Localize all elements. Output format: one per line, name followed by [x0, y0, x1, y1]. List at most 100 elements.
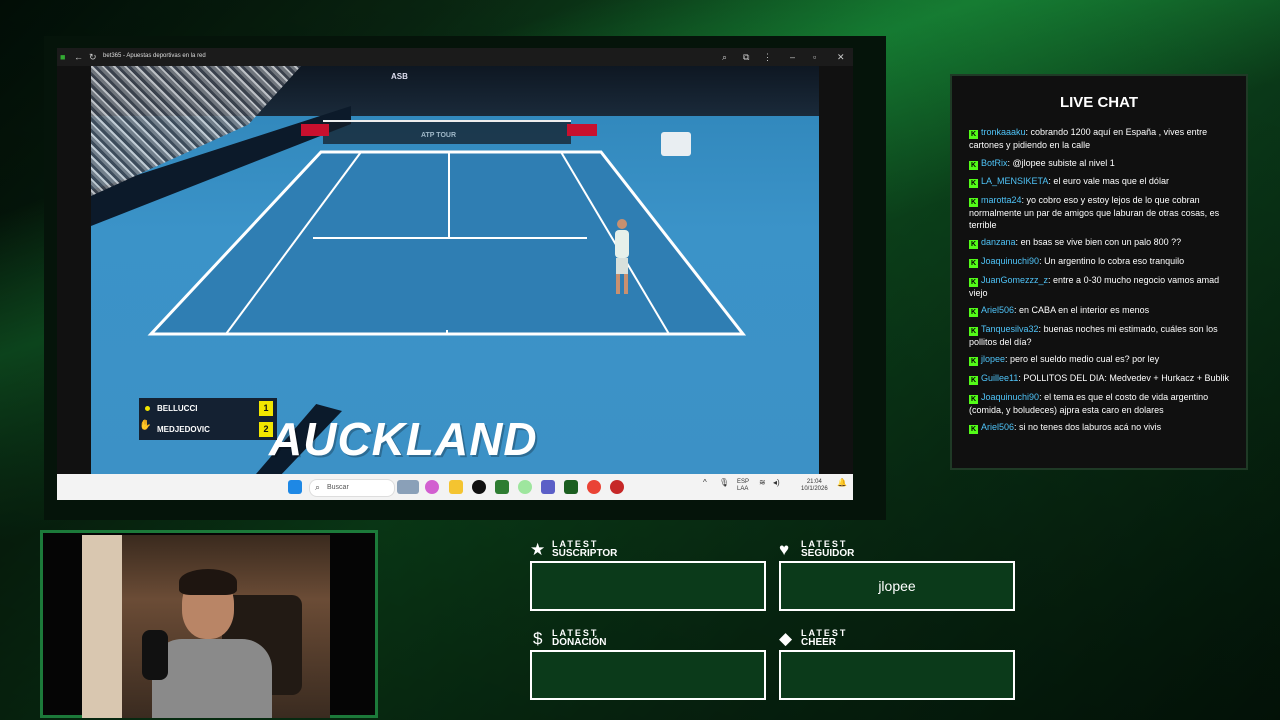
chat-text: pero el sueldo medio cual es? por ley — [1010, 354, 1160, 365]
chat-text: en bsas se vive bien con un palo 800 ?? — [1020, 237, 1182, 248]
mouse-cursor-icon: ✋ — [139, 420, 152, 431]
chrome-icon[interactable] — [587, 480, 601, 494]
clock-date: 10/1/2026 — [801, 486, 828, 492]
keyboard-layout: LAA — [737, 486, 749, 492]
chat-username[interactable]: BotRix — [981, 158, 1008, 168]
maximize-icon[interactable]: ▫ — [813, 51, 816, 63]
chat-text: el euro vale mas que el dólar — [1053, 176, 1169, 187]
kick-badge-icon: K — [969, 425, 978, 435]
share-icon[interactable]: ⧉ — [743, 51, 749, 63]
file-explorer-icon[interactable] — [449, 480, 463, 494]
chat-message: Kjlopee: pero el sueldo medio cual es? p… — [969, 354, 1160, 367]
browser-title: bet365 - Apuestas deportivas en la red — [103, 53, 206, 59]
chat-username[interactable]: Joaquinuchi90 — [981, 256, 1039, 266]
net-ad-left — [301, 124, 329, 136]
microphone-icon[interactable]: 🎙 — [719, 479, 729, 487]
live-chat-title: LIVE CHAT — [1059, 94, 1139, 111]
back-arrow-icon[interactable]: ← — [74, 51, 83, 63]
scoreboard: BELLUCCI 1 MEDJEDOVIC 2 — [139, 398, 277, 440]
player1-name: BELLUCCI — [157, 404, 198, 413]
latest-subscriber-bottom: SUSCRIPTOR — [552, 548, 618, 559]
latest-follower-box: jlopee — [779, 561, 1015, 611]
latest-subscriber-box — [530, 561, 766, 611]
taskbar-search-placeholder: Buscar — [327, 484, 349, 491]
chat-username[interactable]: tronkaaaku — [981, 127, 1026, 137]
record-app-icon[interactable] — [610, 480, 624, 494]
kick-badge-icon: K — [969, 160, 978, 170]
kick-badge-icon: K — [969, 277, 978, 287]
wifi-icon[interactable]: ≋ — [759, 479, 766, 487]
chat-message: K LA_MENSIKETA: el euro vale mas que el d… — [969, 176, 1169, 189]
windows-start-icon[interactable] — [288, 480, 302, 494]
chat-text: @jlopee subiste al nivel 1 — [1012, 157, 1115, 168]
kick-badge-icon: K — [969, 308, 978, 318]
chat-username[interactable]: jlopee — [981, 354, 1005, 364]
chevron-up-icon[interactable]: ^ — [703, 479, 707, 487]
close-icon[interactable]: ✕ — [837, 51, 845, 63]
whatsapp-icon[interactable] — [518, 480, 532, 494]
browser-window: ■ ← ↻ bet365 - Apuestas deportivas en la… — [57, 48, 853, 500]
chat-message: Kmarotta24: yo cobro eso y estoy lejos d… — [969, 194, 1220, 230]
kick-badge-icon: K — [969, 197, 978, 207]
clock[interactable]: 21:04 10/1/2026 — [801, 479, 828, 493]
reload-icon[interactable]: ↻ — [89, 51, 97, 63]
chat-username[interactable]: Ariel506 — [981, 422, 1014, 432]
chat-message: K Guillee11: POLLITOS DEL DIA: Medvedev +… — [969, 372, 1229, 385]
chat-username[interactable]: marotta24 — [981, 195, 1022, 205]
chat-message: K BotRix: @jlopee subiste al nivel 1 — [969, 157, 1115, 170]
teams-icon[interactable] — [541, 480, 555, 494]
tennis-video[interactable]: ASB ATP TOUR AUCKLAND BELLUCCI 1 MEDJEDO… — [91, 66, 819, 474]
notification-bell-icon[interactable]: 🔔 — [837, 479, 847, 487]
chat-username[interactable]: Guillee11 — [981, 373, 1018, 383]
streamer-body — [152, 639, 272, 718]
search-icon: ⌕ — [315, 482, 321, 492]
language-code: ESP — [737, 479, 750, 485]
kick-badge-icon: K — [969, 240, 978, 250]
tennis-player — [615, 219, 629, 294]
chat-message: K Joaquinuchi90: Un argentino lo cobra es… — [969, 255, 1185, 268]
tour-logo: ATP TOUR — [421, 132, 457, 139]
tiktok-icon[interactable] — [472, 480, 486, 494]
chat-username[interactable]: Joaquinuchi90 — [981, 392, 1039, 402]
chat-username[interactable]: danzana — [981, 237, 1016, 247]
volume-icon[interactable]: ◂) — [773, 479, 780, 487]
latest-cheer-bottom: CHEER — [801, 637, 837, 648]
chat-username[interactable]: Ariel506 — [981, 305, 1014, 315]
kick-badge-icon: K — [969, 394, 978, 404]
more-options-icon[interactable]: ⋮ — [763, 51, 772, 63]
chat-text: en CABA en el interior es menos — [1019, 305, 1150, 316]
zoom-icon[interactable]: ⌕ — [722, 51, 727, 63]
kick-badge-icon: K — [969, 326, 978, 336]
chat-message: K JuanGomezzz_z: entre a 0-30 mucho negoc… — [969, 274, 1220, 298]
chat-message-list: Ktronkaaaku: cobrando 1200 aquí en Españ… — [969, 126, 1231, 440]
chat-text: POLLITOS DEL DIA: Medvedev + Hurkacz + B… — [1023, 372, 1229, 383]
browser-titlebar: ■ ← ↻ bet365 - Apuestas deportivas en la… — [57, 48, 853, 66]
player2-name: MEDJEDOVIC — [157, 425, 210, 434]
scoreboard-row-player1: BELLUCCI 1 — [139, 398, 277, 419]
language-indicator[interactable]: ESP LAA — [737, 479, 749, 493]
chat-username[interactable]: LA_MENSIKETA — [981, 176, 1048, 186]
chat-message: Ktronkaaaku: cobrando 1200 aquí en Españ… — [969, 127, 1208, 150]
live-chat-panel: LIVE CHAT Ktronkaaaku: cobrando 1200 aqu… — [950, 74, 1248, 470]
diamond-icon: ◆ — [779, 629, 793, 648]
background-door — [82, 535, 122, 718]
minimize-icon[interactable]: – — [790, 51, 795, 63]
player2-score: 2 — [259, 422, 273, 437]
weather-widget-icon[interactable] — [397, 480, 419, 494]
latest-donation-bottom: DONACIÓN — [552, 637, 607, 648]
chat-username[interactable]: Tanquesilva32 — [981, 324, 1039, 334]
chat-username[interactable]: JuanGomezzz_z — [981, 275, 1048, 285]
venue-graphic: AUCKLAND — [269, 413, 538, 465]
bet365-app-icon[interactable] — [495, 480, 509, 494]
copilot-icon[interactable] — [425, 480, 439, 494]
serve-indicator-icon — [145, 406, 150, 411]
latest-follower-bottom: SEGUIDOR — [801, 548, 855, 559]
kick-badge-icon: K — [969, 130, 978, 139]
taskbar-search[interactable]: ⌕ Buscar — [309, 479, 395, 497]
chat-text: si no tenes dos laburos acá no vivis — [1019, 422, 1162, 433]
kick-badge-icon: K — [969, 375, 978, 385]
net-ad-right — [567, 124, 597, 136]
nvidia-icon[interactable] — [564, 480, 578, 494]
latest-cheer-box — [779, 650, 1015, 700]
chat-message: K Tanquesilva32: buenas noches mi estimad… — [969, 323, 1218, 347]
